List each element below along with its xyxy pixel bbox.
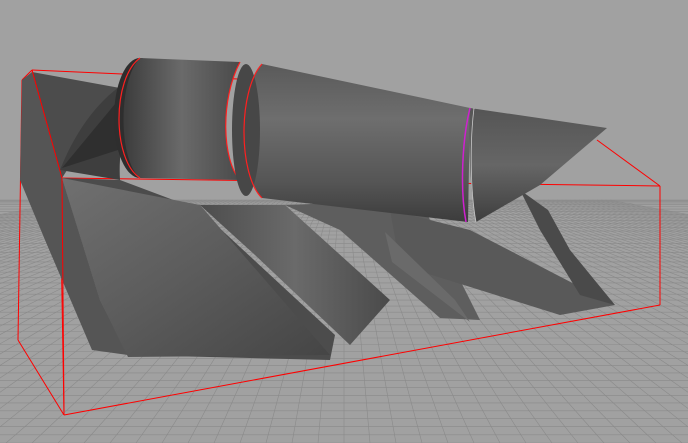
ring-front-shell[interactable]: [123, 58, 241, 180]
tube-front-opening[interactable]: [232, 64, 260, 196]
3d-viewport[interactable]: [0, 0, 688, 443]
viewport-canvas[interactable]: [0, 0, 688, 443]
